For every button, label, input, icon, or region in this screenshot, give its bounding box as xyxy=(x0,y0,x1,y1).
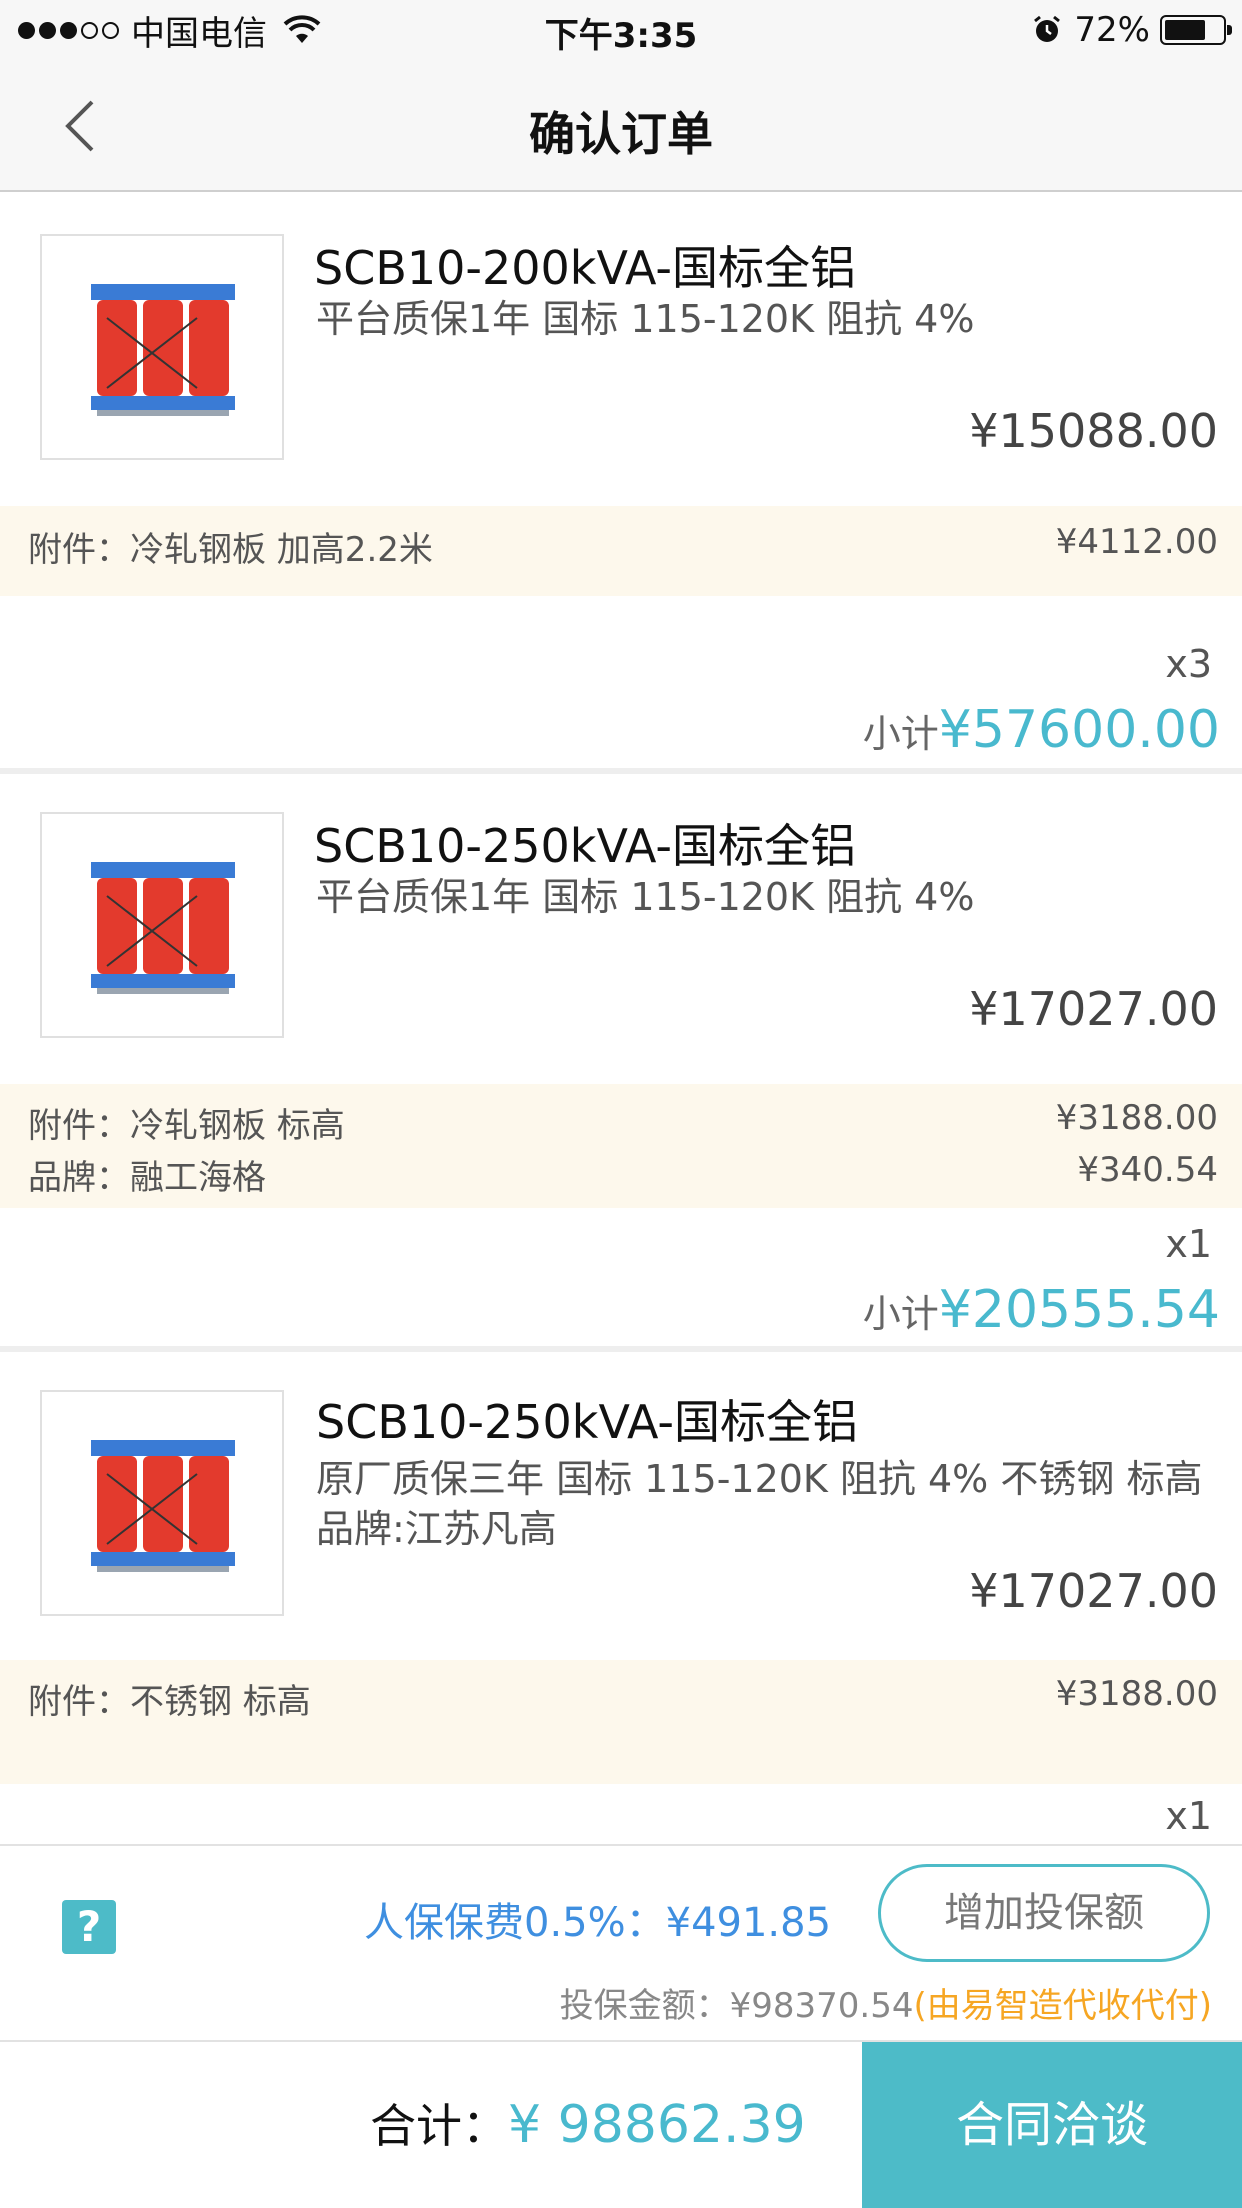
accessory-price: ¥3188.00 xyxy=(1055,1098,1218,1138)
transformer-image xyxy=(91,862,235,994)
add-insurance-button[interactable]: 增加投保额 xyxy=(878,1864,1210,1962)
contract-negotiation-button[interactable]: 合同洽谈 xyxy=(862,2042,1242,2208)
product-card: SCB10-200kVA-国标全铝 平台质保1年 国标 115-120K 阻抗 … xyxy=(0,192,1242,770)
accessory-row: 附件：冷轧钢板 加高2.2米 ¥4112.00 xyxy=(28,522,1218,574)
subtotal: 小计¥20555.54 xyxy=(863,1280,1220,1340)
product-description: 原厂质保三年 国标 115-120K 阻抗 4% 不锈钢 标高 品牌:江苏凡高 xyxy=(316,1457,1203,1551)
page-title: 确认订单 xyxy=(529,107,713,161)
insurance-amount-value: 投保金额：¥98370.54 xyxy=(559,1986,914,2026)
product-card: SCB10-250kVA-国标全铝 原厂质保三年 国标 115-120K 阻抗 … xyxy=(0,1352,1242,1844)
insurance-panel: ? 人保保费0.5%：¥491.85 增加投保额 投保金额：¥98370.54(… xyxy=(0,1844,1242,2042)
product-name: SCB10-250kVA-国标全铝 xyxy=(314,819,857,873)
question-icon[interactable]: ? xyxy=(62,1900,116,1954)
accessory-price: ¥340.54 xyxy=(1077,1150,1218,1190)
accessory-label: 品牌：融工海格 xyxy=(28,1158,266,1198)
product-name: SCB10-250kVA-国标全铝 xyxy=(316,1395,859,1449)
insurance-fee: 人保保费0.5%：¥491.85 xyxy=(364,1900,832,1946)
bottom-bar: 合计：¥ 98862.39 合同洽谈 xyxy=(0,2042,1242,2208)
accessory-row: 品牌：融工海格 ¥340.54 xyxy=(28,1150,1218,1202)
product-thumbnail[interactable] xyxy=(40,1390,284,1616)
order-total: 合计：¥ 98862.39 xyxy=(370,2090,806,2156)
insurance-amount: 投保金额：¥98370.54(由易智造代收代付) xyxy=(560,1978,1212,2027)
alarm-icon xyxy=(1034,15,1061,42)
subtotal: 小计¥57600.00 xyxy=(863,700,1220,760)
battery-area: 72% xyxy=(1032,10,1232,50)
accessory-label: 附件：冷轧钢板 标高 xyxy=(28,1106,345,1146)
product-thumbnail[interactable] xyxy=(40,234,284,460)
accessory-panel: 附件：不锈钢 标高 ¥3188.00 xyxy=(0,1660,1242,1784)
transformer-image xyxy=(91,284,235,416)
product-price: ¥17027.00 xyxy=(969,982,1218,1036)
status-bar: 中国电信 下午3:35 72% xyxy=(0,0,1242,62)
product-price: ¥17027.00 xyxy=(969,1564,1218,1618)
subtotal-label: 小计 xyxy=(862,1292,939,1336)
product-description: 平台质保1年 国标 115-120K 阻抗 4% xyxy=(316,297,975,341)
battery-icon xyxy=(1160,15,1232,45)
product-price: ¥15088.00 xyxy=(969,404,1218,458)
product-name: SCB10-200kVA-国标全铝 xyxy=(314,241,857,295)
accessory-label: 附件：冷轧钢板 加高2.2米 xyxy=(28,530,433,570)
transformer-image xyxy=(91,1440,235,1572)
subtotal-label: 小计 xyxy=(862,712,939,756)
battery-percent: 72% xyxy=(1074,10,1150,50)
product-description: 平台质保1年 国标 115-120K 阻抗 4% xyxy=(316,875,975,919)
accessory-label: 附件：不锈钢 标高 xyxy=(28,1682,311,1722)
total-value: ¥ 98862.39 xyxy=(508,2095,806,2155)
subtotal-value: ¥20555.54 xyxy=(938,1280,1220,1340)
quantity: x1 xyxy=(1165,1794,1212,1838)
accessory-row: 附件：不锈钢 标高 ¥3188.00 xyxy=(28,1674,1218,1726)
nav-bar: 确认订单 xyxy=(0,62,1242,192)
accessory-panel: 附件：冷轧钢板 加高2.2米 ¥4112.00 xyxy=(0,506,1242,596)
insurance-note: (由易智造代收代付) xyxy=(913,1986,1212,2026)
accessory-price: ¥3188.00 xyxy=(1055,1674,1218,1714)
total-label: 合计： xyxy=(370,2099,508,2153)
accessory-row: 附件：冷轧钢板 标高 ¥3188.00 xyxy=(28,1098,1218,1150)
subtotal-value: ¥57600.00 xyxy=(938,700,1220,760)
product-thumbnail[interactable] xyxy=(40,812,284,1038)
quantity: x1 xyxy=(1165,1222,1212,1266)
quantity: x3 xyxy=(1165,642,1212,686)
accessory-panel: 附件：冷轧钢板 标高 ¥3188.00 品牌：融工海格 ¥340.54 xyxy=(0,1084,1242,1208)
accessory-price: ¥4112.00 xyxy=(1055,522,1218,562)
product-card: SCB10-250kVA-国标全铝 平台质保1年 国标 115-120K 阻抗 … xyxy=(0,774,1242,1346)
